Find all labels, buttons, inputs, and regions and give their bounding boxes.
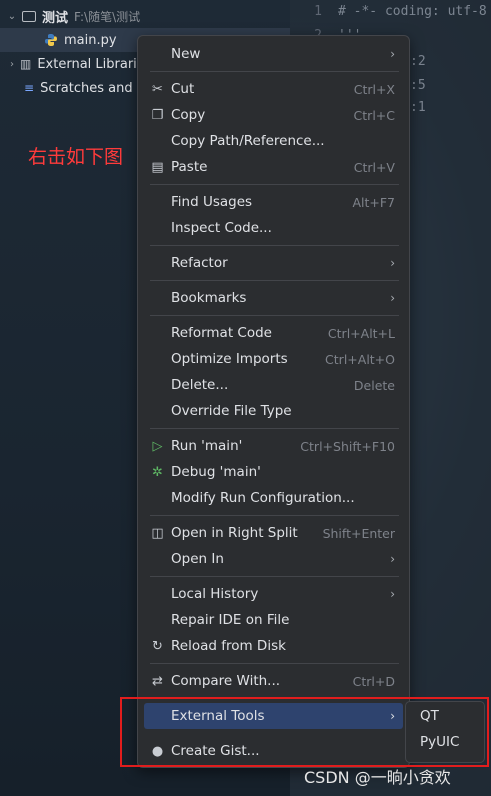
compare-icon: ⇄	[152, 673, 163, 689]
menu-item-label: Repair IDE on File	[171, 612, 290, 628]
menu-item-optimize-imports[interactable]: Optimize Imports Ctrl+Alt+O	[144, 346, 403, 372]
menu-item-label: Bookmarks	[171, 290, 247, 306]
chevron-right-icon: ›	[390, 291, 395, 305]
menu-separator	[150, 184, 399, 185]
tree-root-folder[interactable]: ⌄ 测试 F:\随笔\测试	[0, 4, 140, 28]
menu-item-repair-ide[interactable]: Repair IDE on File	[144, 607, 403, 633]
menu-item-local-history[interactable]: Local History ›	[144, 581, 403, 607]
paste-icon: ▤	[151, 159, 164, 175]
menu-item-bookmarks[interactable]: Bookmarks ›	[144, 285, 403, 311]
highlight-box	[120, 697, 489, 767]
code-fragment: :5	[410, 78, 426, 93]
menu-item-label: Open in Right Split	[171, 525, 298, 541]
shortcut-label: Ctrl+C	[353, 107, 395, 123]
shortcut-label: Ctrl+X	[353, 81, 395, 97]
watermark-text: CSDN @一晌小贪欢	[304, 768, 451, 787]
bug-icon: ✲	[152, 464, 163, 480]
menu-item-find-usages[interactable]: Find Usages Alt+F7	[144, 189, 403, 215]
shortcut-label: Ctrl+D	[352, 673, 395, 689]
chevron-right-icon: ›	[390, 587, 395, 601]
shortcut-label: Ctrl+Shift+F10	[300, 438, 395, 454]
menu-item-label: Refactor	[171, 255, 228, 271]
menu-item-label: Modify Run Configuration...	[171, 490, 355, 506]
external-libraries-label: External Librari	[37, 56, 137, 72]
menu-item-label: Run 'main'	[171, 438, 243, 454]
shortcut-label: Ctrl+Alt+O	[325, 351, 395, 367]
menu-item-modify-run-configuration[interactable]: Modify Run Configuration...	[144, 485, 403, 511]
code-fragment: :2	[410, 54, 426, 69]
shortcut-label: Ctrl+V	[353, 159, 395, 175]
menu-item-label: Cut	[171, 81, 195, 97]
menu-item-cut[interactable]: ✂ Cut Ctrl+X	[144, 76, 403, 102]
menu-item-compare-with[interactable]: ⇄ Compare With... Ctrl+D	[144, 668, 403, 694]
folder-icon	[22, 10, 36, 22]
menu-separator	[150, 71, 399, 72]
library-icon: ▥	[20, 57, 32, 71]
menu-separator	[150, 245, 399, 246]
menu-item-label: New	[171, 46, 201, 62]
chevron-right-icon[interactable]: ›	[4, 59, 20, 70]
split-icon: ◫	[151, 525, 164, 541]
menu-item-inspect-code[interactable]: Inspect Code...	[144, 215, 403, 241]
line-number: 1	[314, 4, 322, 19]
chevron-down-icon[interactable]: ⌄	[4, 11, 20, 22]
scratches-label: Scratches and	[40, 80, 133, 96]
menu-item-label: Open In	[171, 551, 224, 567]
menu-item-delete[interactable]: Delete... Delete	[144, 372, 403, 398]
tree-scratches[interactable]: ≡ Scratches and	[0, 76, 133, 100]
menu-item-reload-from-disk[interactable]: ↻ Reload from Disk	[144, 633, 403, 659]
menu-item-label: Delete...	[171, 377, 229, 393]
menu-item-label: Optimize Imports	[171, 351, 288, 367]
chevron-right-icon: ›	[390, 256, 395, 270]
root-folder-path: F:\随笔\测试	[74, 9, 141, 24]
code-line: # -*- coding: utf-8	[338, 4, 487, 19]
menu-separator	[150, 576, 399, 577]
menu-separator	[150, 315, 399, 316]
menu-item-copy[interactable]: ❐ Copy Ctrl+C	[144, 102, 403, 128]
scratches-icon: ≡	[24, 81, 35, 95]
menu-item-open-right-split[interactable]: ◫ Open in Right Split Shift+Enter	[144, 520, 403, 546]
menu-separator	[150, 663, 399, 664]
scissors-icon: ✂	[152, 81, 163, 97]
shortcut-label: Ctrl+Alt+L	[327, 325, 395, 341]
menu-item-label: Reload from Disk	[171, 638, 286, 654]
context-menu: New › ✂ Cut Ctrl+X ❐ Copy Ctrl+C Copy Pa…	[137, 35, 410, 768]
shortcut-label: Shift+Enter	[322, 525, 395, 541]
menu-item-label: Paste	[171, 159, 208, 175]
python-file-icon	[45, 34, 57, 46]
chevron-right-icon: ›	[390, 47, 395, 61]
menu-separator	[150, 428, 399, 429]
code-fragment: :1	[410, 100, 426, 115]
tree-external-libraries[interactable]: › ▥ External Librari	[0, 52, 137, 76]
menu-item-label: Debug 'main'	[171, 464, 261, 480]
menu-item-override-file-type[interactable]: Override File Type	[144, 398, 403, 424]
menu-item-label: Inspect Code...	[171, 220, 272, 236]
menu-item-label: Find Usages	[171, 194, 253, 210]
copy-icon: ❐	[151, 107, 164, 123]
menu-separator	[150, 280, 399, 281]
menu-item-new[interactable]: New ›	[144, 41, 403, 67]
menu-item-paste[interactable]: ▤ Paste Ctrl+V	[144, 154, 403, 180]
menu-item-refactor[interactable]: Refactor ›	[144, 250, 403, 276]
menu-item-label: Compare With...	[171, 673, 281, 689]
shortcut-label: Alt+F7	[352, 194, 395, 210]
menu-item-run[interactable]: ▷ Run 'main' Ctrl+Shift+F10	[144, 433, 403, 459]
menu-item-label: Copy	[171, 107, 206, 123]
menu-item-label: Reformat Code	[171, 325, 272, 341]
menu-item-debug[interactable]: ✲ Debug 'main'	[144, 459, 403, 485]
chevron-right-icon: ›	[390, 552, 395, 566]
file-name: main.py	[64, 32, 117, 48]
menu-item-label: Copy Path/Reference...	[171, 133, 325, 149]
menu-separator	[150, 515, 399, 516]
menu-item-label: Local History	[171, 586, 259, 602]
shortcut-label: Delete	[353, 377, 395, 393]
menu-item-open-in[interactable]: Open In ›	[144, 546, 403, 572]
play-icon: ▷	[152, 438, 163, 454]
menu-item-copy-path[interactable]: Copy Path/Reference...	[144, 128, 403, 154]
menu-item-reformat-code[interactable]: Reformat Code Ctrl+Alt+L	[144, 320, 403, 346]
menu-item-label: Override File Type	[171, 403, 292, 419]
root-folder-name: 测试	[42, 10, 69, 26]
reload-icon: ↻	[152, 638, 163, 654]
annotation-text: 右击如下图	[28, 146, 124, 168]
